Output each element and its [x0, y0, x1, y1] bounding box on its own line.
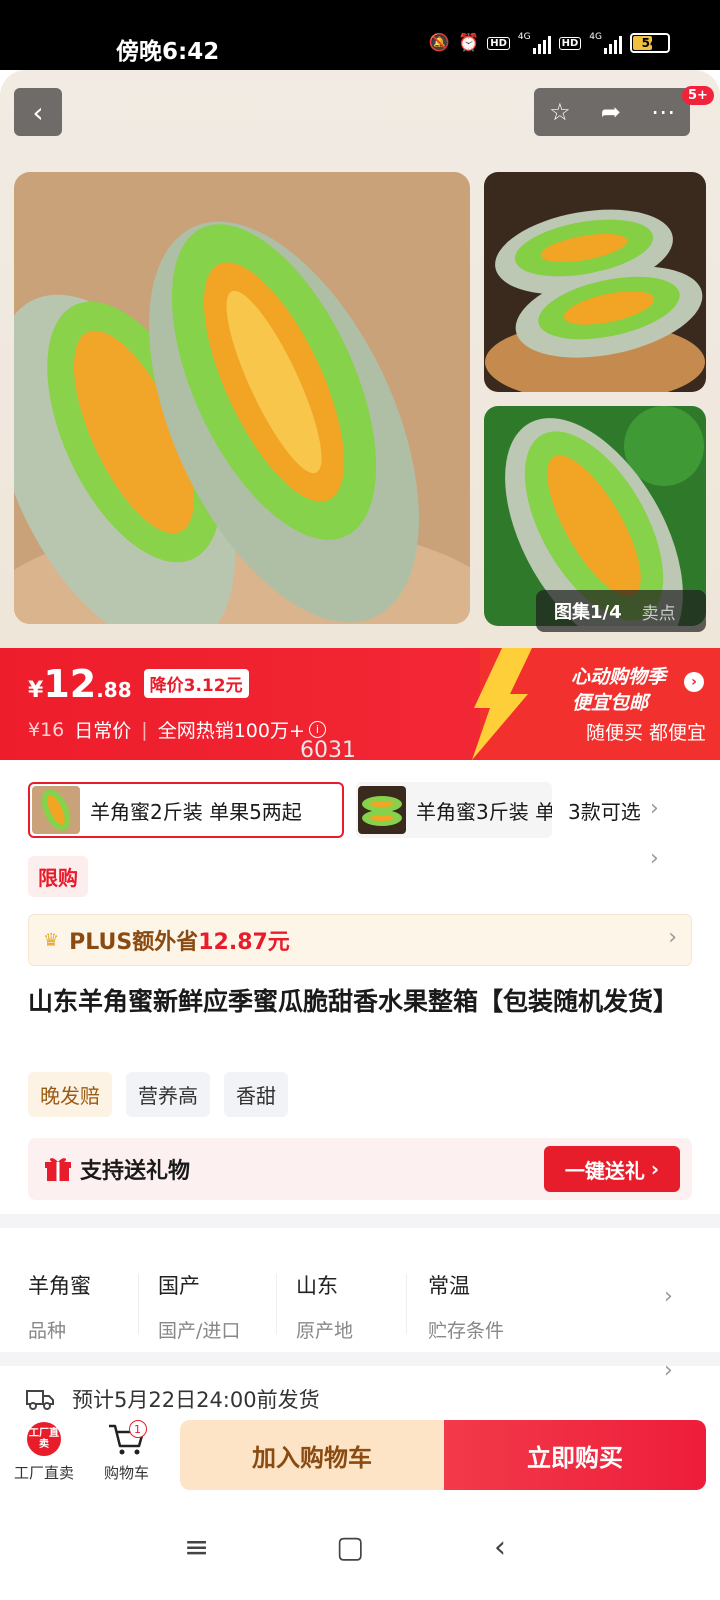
system-nav-bar: ≡ ▢ ‹ — [0, 1502, 720, 1600]
buy-now-button[interactable]: 立即购买 — [444, 1420, 706, 1490]
home-icon[interactable]: ▢ — [336, 1530, 364, 1565]
variant-label: 羊角蜜3斤装 单 — [416, 799, 552, 824]
main-product-image[interactable] — [14, 172, 470, 624]
factory-label: 工厂直卖 — [14, 1464, 75, 1482]
variant-label: 羊角蜜2斤装 单果5两起 — [90, 799, 302, 824]
attr-variety: 羊角蜜 品种 — [28, 1274, 91, 1342]
info-icon[interactable]: i — [308, 721, 326, 738]
attr-origin-place: 山东 原产地 — [296, 1274, 354, 1342]
tag-sweet: 香甜 — [224, 1072, 288, 1117]
gift-bar: 支持送礼物 一键送礼 › — [28, 1138, 692, 1200]
section-divider — [0, 1214, 720, 1228]
signal-icon-2: 4G — [589, 32, 622, 54]
price-banner: ¥ 12 .88 降价3.12元 ¥16 日常价 | 全网热销100万+ i 心… — [0, 648, 720, 760]
truck-icon — [26, 1390, 54, 1410]
gift-icon — [45, 1158, 71, 1181]
share-icon[interactable]: ➦ — [601, 98, 621, 126]
product-attributes[interactable]: 羊角蜜 品种 国产 国产/进口 山东 原产地 常温 贮存条件 › — [0, 1252, 720, 1352]
hd-icon: HD — [487, 36, 510, 50]
cart-label: 购物车 — [104, 1464, 150, 1482]
chevron-right-icon[interactable]: › — [664, 1358, 673, 1383]
regular-price: ¥16 — [28, 718, 65, 741]
price-integer: 12 — [43, 662, 97, 706]
product-thumbnail-1[interactable] — [484, 172, 706, 392]
price-currency: ¥ — [28, 678, 44, 703]
chevron-right-icon: › — [664, 1284, 673, 1309]
signal-icon: 4G — [518, 32, 551, 54]
price-subline: ¥16 日常价 | 全网热销100万+ i — [28, 716, 326, 743]
shipping-text: 预计5月22日24:00前发货 — [72, 1388, 320, 1412]
divider: | — [141, 718, 148, 741]
variant-thumbnail — [32, 786, 80, 834]
factory-icon: 工厂直卖 — [27, 1422, 61, 1456]
mute-icon: 🔕 — [428, 33, 451, 53]
status-icons: 🔕 ⏰ HD 4G HD 4G 54 — [429, 32, 670, 54]
price: ¥ 12 .88 降价3.12元 — [28, 662, 249, 706]
watermark: 6031 — [300, 738, 356, 763]
send-gift-button[interactable]: 一键送礼 › — [544, 1146, 680, 1192]
chevron-left-icon: ‹ — [32, 95, 44, 129]
lightning-icon — [472, 648, 532, 760]
plus-text: PLUS额外省 — [69, 930, 199, 955]
variant-selector: 羊角蜜2斤装 单果5两起 羊角蜜3斤装 单 3款可选 › — [28, 782, 708, 838]
menu-icon[interactable]: ≡ — [184, 1530, 209, 1565]
promo-title: 心动购物季 — [570, 666, 666, 688]
status-time: 傍晚6:42 — [116, 39, 220, 65]
purchase-limit-tag: 限购 — [28, 856, 88, 897]
price-decimal: .88 — [96, 678, 132, 702]
variant-thumbnail — [358, 786, 406, 834]
cart-count-badge: 1 — [128, 1420, 147, 1438]
chevron-right-icon[interactable]: › — [650, 796, 659, 821]
tag-late-delivery-compensation: 晚发赔 — [28, 1072, 112, 1117]
cart-button[interactable]: 1 购物车 — [104, 1420, 150, 1483]
product-gallery: ‹ ☆ ➦ ⋯ 5+ 图集1/4 卖点 — [0, 70, 720, 648]
bottom-action-bar: 工厂直卖 工厂直卖 1 购物车 加入购物车 立即购买 — [0, 1418, 720, 1502]
price-drop-badge: 降价3.12元 — [143, 669, 249, 698]
star-icon[interactable]: ☆ — [549, 98, 571, 126]
back-icon[interactable]: ‹ — [494, 1530, 506, 1565]
variant-option-1[interactable]: 羊角蜜2斤装 单果5两起 — [28, 782, 344, 838]
top-actions: ☆ ➦ ⋯ — [534, 88, 690, 136]
status-bar: 傍晚6:42 🔕 ⏰ HD 4G HD 4G 54 — [0, 0, 720, 70]
tag-nutrition: 营养高 — [126, 1072, 210, 1117]
attr-storage: 常温 贮存条件 — [428, 1274, 505, 1342]
hot-sales-text: 全网热销100万+ — [157, 720, 305, 742]
product-title: 山东羊角蜜新鲜应季蜜瓜脆甜香水果整箱【包装随机发货】 — [28, 987, 679, 1016]
gallery-count: 图集1/4 — [554, 602, 622, 623]
add-to-cart-button[interactable]: 加入购物车 — [180, 1420, 444, 1490]
cart-icon: 1 — [107, 1420, 147, 1456]
gift-text: 支持送礼物 — [80, 1159, 191, 1184]
product-tags: 晚发赔 营养高 香甜 — [28, 1072, 288, 1117]
section-divider — [0, 1352, 720, 1366]
gallery-selling-points[interactable]: 卖点 — [642, 599, 676, 624]
shipping-info[interactable]: 预计5月22日24:00前发货 — [26, 1384, 320, 1414]
chevron-right-icon: › — [668, 925, 677, 950]
variant-option-2[interactable]: 羊角蜜3斤装 单 — [356, 782, 552, 838]
chevron-right-icon: › — [684, 672, 704, 692]
hd-icon-2: HD — [558, 36, 582, 50]
plus-savings-bar[interactable]: ♛ PLUS额外省 12.87元 › — [28, 914, 692, 966]
alarm-icon: ⏰ — [458, 33, 480, 53]
back-button[interactable]: ‹ — [14, 88, 62, 136]
promo-slogan: 随便买 都便宜 — [585, 722, 706, 744]
plus-amount: 12.87元 — [198, 930, 290, 955]
factory-direct-button[interactable]: 工厂直卖 工厂直卖 — [14, 1422, 74, 1483]
battery-icon: 54 — [630, 33, 670, 53]
crown-icon: ♛ — [43, 929, 60, 951]
notification-badge: 5+ — [682, 86, 714, 105]
variant-count[interactable]: 3款可选 — [568, 796, 641, 825]
chevron-right-icon[interactable]: › — [650, 846, 659, 871]
promo-subtitle: 便宜包邮 — [571, 692, 648, 714]
regular-price-label: 日常价 — [74, 720, 132, 742]
attr-origin-type: 国产 国产/进口 — [158, 1274, 241, 1342]
more-icon[interactable]: ⋯ — [651, 98, 675, 126]
gallery-indicator[interactable]: 图集1/4 卖点 — [536, 590, 706, 632]
